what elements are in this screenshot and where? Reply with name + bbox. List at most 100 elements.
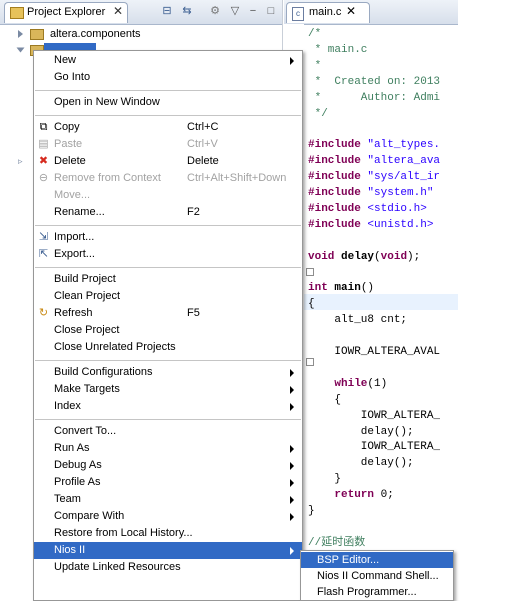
menu-item-label: Index [54,400,81,412]
menu-item-restore-from-local-history[interactable]: Restore from Local History... [34,525,302,542]
menu-item-close-unrelated-projects[interactable]: Close Unrelated Projects [34,339,302,356]
link-with-editor-icon[interactable]: ⇆ [180,4,194,18]
menu-item-label: Go Into [54,71,91,83]
context-menu: New Go Into Open in New Window ⧉ Copy Ctrl+C ▤… [33,50,303,601]
menu-item-label: Open in New Window [54,96,160,108]
menu-item-profile-as[interactable]: Profile As [34,474,302,491]
menu-item-label: Convert To... [54,425,117,437]
menu-item-build-project[interactable]: Build Project [34,271,302,288]
expand-icon[interactable]: ▹ [18,156,23,167]
code-line: IOWR_ALTERA_ [308,441,441,453]
menu-item-team[interactable]: Team [34,491,302,508]
menu-item-label: Nios II [54,544,86,556]
code-line: * Author: Admi [308,92,441,104]
code-line: /* [308,28,322,40]
menu-item-delete[interactable]: ✖ Delete Delete [34,153,302,170]
menu-item-remove-from-context[interactable]: ⊖ Remove from Context Ctrl+Alt+Shift+Down [34,170,302,187]
menu-item-go-into[interactable]: Go Into [34,69,302,86]
expand-icon[interactable] [18,30,23,38]
code-line: delay(); [308,457,414,469]
chevron-down-icon[interactable]: ▽ [228,4,242,18]
menu-item-refresh[interactable]: ↻ Refresh F5 [34,305,302,322]
menu-item-export[interactable]: ⇱ Export... [34,246,302,263]
background [458,0,527,599]
submenu-arrow-icon [290,57,294,65]
menu-item-make-targets[interactable]: Make Targets [34,381,302,398]
folder-icon [30,29,44,40]
submenu-item-nios-ii-command-shell[interactable]: Nios II Command Shell... [301,568,453,584]
code-line: * main.c [308,44,368,56]
close-icon[interactable]: ✕ [113,4,123,18]
project-explorer-header: Project Explorer ✕ ⊟ ⇆ ⚙ ▽ − □ [0,0,282,25]
menu-item-debug-as[interactable]: Debug As [34,457,302,474]
project-explorer-tab[interactable]: Project Explorer ✕ [4,2,128,23]
menu-item-accelerator: Ctrl+C [187,121,219,133]
menu-item-label: Make Targets [54,383,120,395]
submenu-arrow-icon [290,369,294,377]
code-line: */ [308,108,328,120]
menu-item-nios-ii[interactable]: Nios II [34,542,302,559]
menu-item-compare-with[interactable]: Compare With [34,508,302,525]
code-line: IOWR_ALTERA_ [308,410,441,422]
submenu-arrow-icon [290,462,294,470]
editor-tab-main-c[interactable]: c main.c ✕ [286,2,370,23]
menu-item-open-in-new-window[interactable]: Open in New Window [34,94,302,111]
menu-item-rename[interactable]: Rename... F2 [34,204,302,221]
menu-item-clean-project[interactable]: Clean Project [34,288,302,305]
menu-item-build-configurations[interactable]: Build Configurations [34,364,302,381]
project-explorer-title: Project Explorer [27,6,106,18]
fold-toggle-icon[interactable] [306,358,314,366]
code-line: #include "sys/alt_ir [308,171,441,183]
menu-item-label: Delete [54,155,86,167]
menu-item-label: Profile As [54,476,101,488]
code-line: { [308,298,315,310]
maximize-icon[interactable]: □ [264,4,278,18]
code-line: #include "alt_types. [308,139,441,151]
code-line: * [308,60,322,72]
menu-separator [35,267,301,268]
menu-item-move[interactable]: Move... [34,187,302,204]
menu-item-close-project[interactable]: Close Project [34,322,302,339]
menu-item-accelerator: Delete [187,155,219,167]
menu-item-label: New [54,54,77,66]
menu-item-index[interactable]: Index [34,398,302,415]
menu-item-copy[interactable]: ⧉ Copy Ctrl+C [34,119,302,136]
copy-icon: ⧉ [39,121,48,133]
menu-item-convert-to[interactable]: Convert To... [34,423,302,440]
menu-item-run-as[interactable]: Run As [34,440,302,457]
code-line: #include "altera_ava [308,155,441,167]
collapse-all-icon[interactable]: ⊟ [160,4,174,18]
submenu-item-bsp-editor[interactable]: BSP Editor... [301,552,453,568]
menu-item-label: Debug As [54,459,102,471]
submenu-arrow-icon [290,547,294,555]
menu-item-paste[interactable]: ▤ Paste Ctrl+V [34,136,302,153]
menu-item-new[interactable]: New [34,52,302,69]
menu-item-label: Compare With [54,510,125,522]
import-icon: ⇲ [38,231,49,243]
close-icon[interactable]: ✕ [346,4,356,18]
menu-separator [35,360,301,361]
menu-item-update-linked-resources[interactable]: Update Linked Resources [34,559,302,576]
delete-icon: ✖ [38,155,49,167]
submenu-item-flash-programmer[interactable]: Flash Programmer... [301,584,453,600]
menu-item-import[interactable]: ⇲ Import... [34,229,302,246]
menu-item-label: Import... [54,231,95,243]
code-line: } [308,505,315,517]
submenu-arrow-icon [290,403,294,411]
submenu-arrow-icon [290,479,294,487]
remove-context-icon: ⊖ [38,172,49,184]
tree-item-altera-components[interactable]: altera.components [0,26,282,42]
minimize-icon[interactable]: − [246,4,260,18]
menu-item-label: Refresh [54,307,93,319]
submenu-arrow-icon [290,386,294,394]
code-line: #include <stdio.h> [308,203,427,215]
fold-toggle-icon[interactable] [306,268,314,276]
menu-item-accelerator: Ctrl+Alt+Shift+Down [187,172,287,184]
code-line: int main() [308,282,375,294]
collapse-icon[interactable] [16,47,25,53]
menu-separator [35,225,301,226]
editor-tab-label: main.c [309,6,342,18]
editor-panel: c main.c ✕ /* * main.c * * Created on: 2… [284,0,458,599]
view-menu-icon[interactable]: ⚙ [208,4,222,18]
menu-separator [35,115,301,116]
